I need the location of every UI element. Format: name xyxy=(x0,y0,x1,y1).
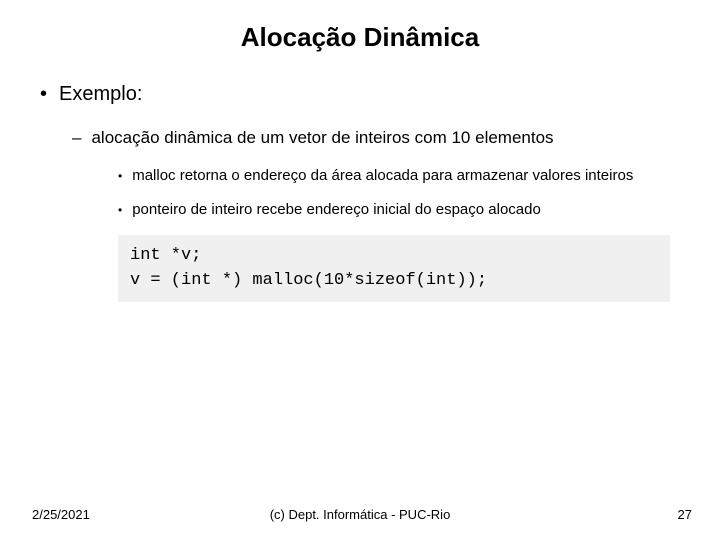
dash-icon: – xyxy=(72,128,81,148)
slide: Alocação Dinâmica • Exemplo: – alocação … xyxy=(0,0,720,540)
bullet-level-1: • Exemplo: xyxy=(40,83,690,106)
footer-page-number: 27 xyxy=(678,507,692,522)
bullet-text: malloc retorna o endereço da área alocad… xyxy=(132,166,633,186)
bullet-level-3: • malloc retorna o endereço da área aloc… xyxy=(118,166,690,186)
bullet-text: ponteiro de inteiro recebe endereço inic… xyxy=(132,200,541,220)
bullet-text: alocação dinâmica de um vetor de inteiro… xyxy=(91,128,553,148)
bullet-level-3: • ponteiro de inteiro recebe endereço in… xyxy=(118,200,690,220)
slide-content: • Exemplo: – alocação dinâmica de um vet… xyxy=(0,83,720,302)
bullet-dot-icon: • xyxy=(118,168,122,184)
bullet-dot-icon: • xyxy=(118,202,122,218)
code-block: int *v; v = (int *) malloc(10*sizeof(int… xyxy=(118,235,670,302)
bullet-dot-icon: • xyxy=(40,83,47,106)
bullet-level-2: – alocação dinâmica de um vetor de intei… xyxy=(72,128,690,148)
slide-title: Alocação Dinâmica xyxy=(0,0,720,83)
footer-copyright: (c) Dept. Informática - PUC-Rio xyxy=(0,507,720,522)
bullet-text: Exemplo: xyxy=(59,83,142,106)
